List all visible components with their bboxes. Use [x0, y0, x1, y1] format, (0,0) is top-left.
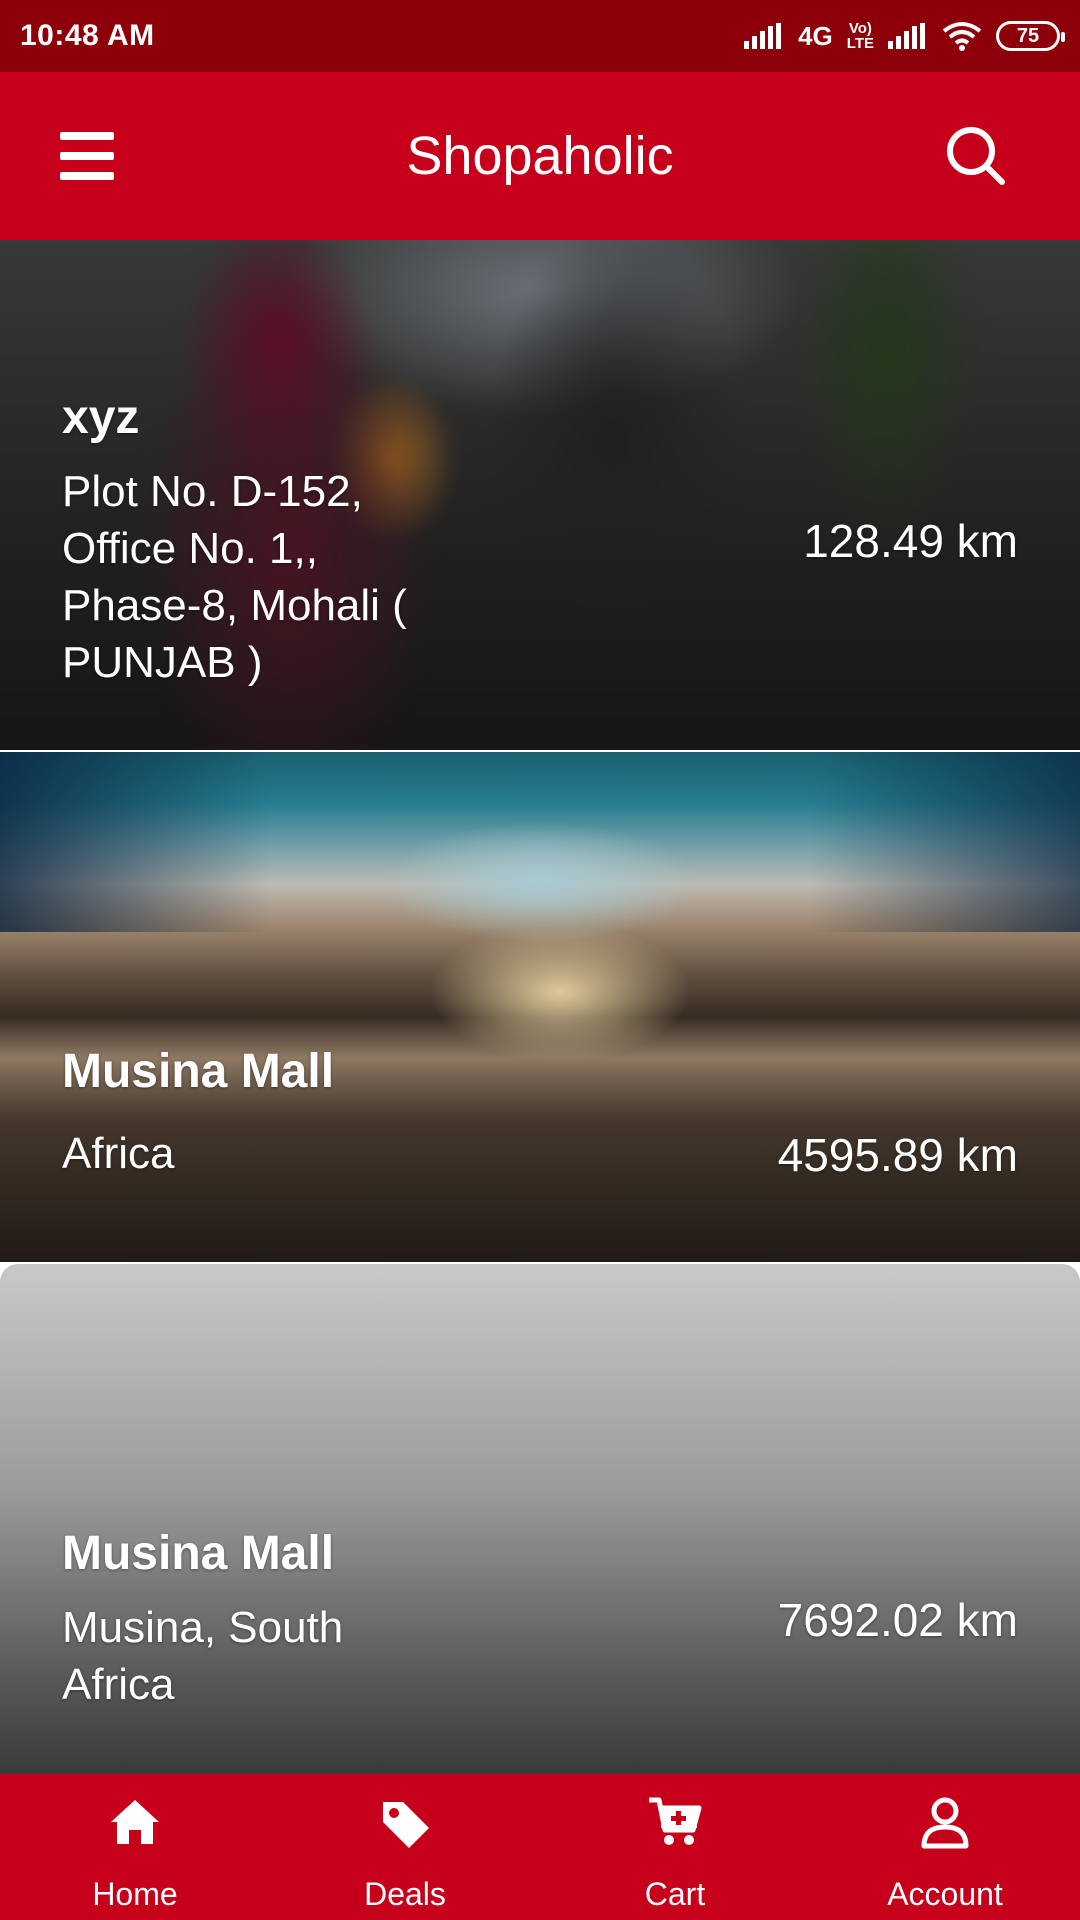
store-distance: 4595.89 km — [777, 1129, 1018, 1181]
store-list: xyz Plot No. D-152, Office No. 1,, Phase… — [0, 240, 1080, 1774]
wifi-icon — [942, 22, 982, 51]
store-info: xyz Plot No. D-152, Office No. 1,, Phase… — [62, 390, 422, 691]
store-card[interactable]: Musina Mall Musina, South Africa 7692.02… — [0, 1264, 1080, 1774]
store-name: Musina Mall — [62, 1045, 335, 1098]
battery-icon: 75 — [996, 21, 1065, 51]
store-name: xyz — [62, 391, 140, 444]
status-icons: 4G Vo) LTE 75 — [744, 20, 1065, 52]
store-distance: 7692.02 km — [777, 1593, 1018, 1646]
nav-account[interactable]: Account — [810, 1774, 1080, 1920]
store-distance: 128.49 km — [803, 514, 1018, 567]
battery-level: 75 — [1016, 24, 1040, 47]
store-name: Musina Mall — [62, 1527, 335, 1580]
nav-label: Home — [92, 1876, 178, 1912]
status-time: 10:48 AM — [20, 19, 155, 52]
nav-label: Deals — [364, 1876, 446, 1912]
nav-cart[interactable]: Cart — [540, 1774, 810, 1920]
store-address: Musina, South Africa — [62, 1603, 344, 1709]
nav-home[interactable]: Home — [0, 1774, 270, 1920]
home-icon — [111, 1800, 159, 1844]
app-title: Shopaholic — [406, 126, 674, 186]
store-image — [0, 752, 1080, 1262]
store-info: Musina Mall Musina, South Africa — [62, 1526, 422, 1713]
user-icon — [921, 1797, 969, 1849]
signal-icon — [888, 23, 925, 49]
volte-bottom: LTE — [846, 35, 874, 52]
store-card[interactable]: Musina Mall Africa 4595.89 km — [0, 752, 1080, 1262]
cart-icon — [649, 1797, 702, 1845]
store-info: Musina Mall Africa — [62, 1044, 422, 1182]
store-card[interactable]: xyz Plot No. D-152, Office No. 1,, Phase… — [0, 240, 1080, 750]
nav-label: Cart — [644, 1876, 706, 1912]
nav-label: Account — [887, 1876, 1003, 1912]
volte-indicator: Vo) LTE — [847, 21, 874, 51]
volte-top: Vo) — [848, 20, 872, 37]
search-icon[interactable] — [944, 124, 1008, 188]
store-card-content: xyz Plot No. D-152, Office No. 1,, Phase… — [62, 390, 1018, 691]
signal-icon — [744, 23, 782, 49]
store-address: Plot No. D-152, Office No. 1,, Phase-8, … — [62, 467, 407, 687]
network-type: 4G — [798, 20, 833, 51]
store-card-content: Musina Mall Africa 4595.89 km — [62, 1044, 1018, 1182]
app-bar: Shopaholic — [0, 72, 1080, 240]
status-bar: 10:48 AM 4G Vo) LTE 75 — [0, 0, 1080, 72]
store-address: Africa — [62, 1129, 175, 1178]
store-card-content: Musina Mall Musina, South Africa 7692.02… — [62, 1526, 1018, 1713]
bottom-nav: Home Deals Cart Account — [0, 1774, 1080, 1920]
nav-deals[interactable]: Deals — [270, 1774, 540, 1920]
tag-icon — [383, 1802, 429, 1848]
